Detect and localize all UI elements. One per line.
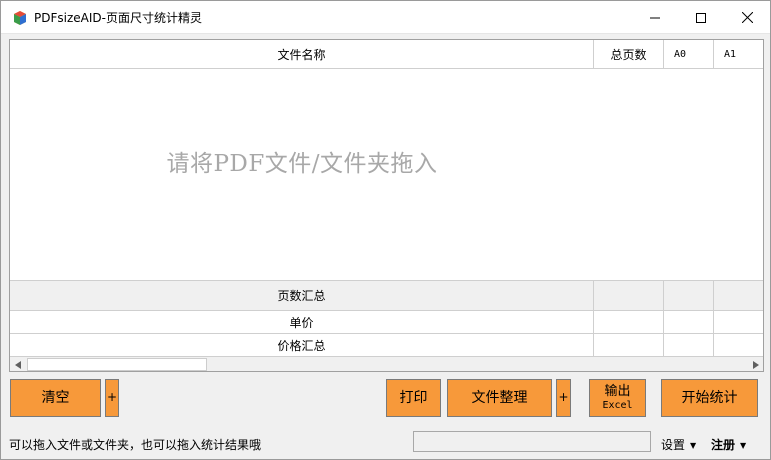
column-header-filename[interactable]: 文件名称	[10, 40, 594, 69]
summary-cell	[714, 334, 763, 356]
scrollbar-thumb[interactable]	[27, 358, 207, 371]
summary-label-unit-price: 单价	[10, 311, 594, 333]
close-icon	[741, 12, 753, 23]
grid-header: 文件名称 总页数 A0 A1	[10, 40, 763, 69]
triangle-left-icon	[15, 360, 21, 369]
register-menu[interactable]: 注册 ▼	[711, 436, 746, 453]
summary-cell	[714, 281, 763, 310]
scroll-right-button[interactable]	[748, 357, 763, 371]
summary-cell	[594, 334, 664, 356]
summary-cell	[664, 281, 714, 310]
settings-menu[interactable]: 设置 ▼	[661, 436, 696, 453]
horizontal-scrollbar[interactable]	[10, 356, 763, 371]
clear-options-button[interactable]: +	[105, 379, 119, 417]
app-window: PDFsizeAID-页面尺寸统计精灵 文件名称 总页数 A0 A1 请将PDF…	[0, 0, 771, 460]
organize-files-button[interactable]: 文件整理	[447, 379, 552, 417]
export-excel-sublabel: Excel	[602, 399, 633, 411]
summary-row-pages: 页数汇总	[10, 280, 763, 310]
summary-row-unit-price: 单价	[10, 310, 763, 333]
maximize-button[interactable]	[678, 1, 724, 34]
export-excel-label: 输出	[604, 383, 631, 399]
settings-menu-label: 设置	[661, 438, 686, 452]
print-button[interactable]: 打印	[386, 379, 441, 417]
summary-row-price-total: 价格汇总	[10, 333, 763, 356]
status-message: 可以拖入文件或文件夹，也可以拖入统计结果哦	[9, 438, 262, 452]
title-bar[interactable]: PDFsizeAID-页面尺寸统计精灵	[1, 1, 770, 34]
maximize-icon	[696, 12, 706, 23]
summary-cell[interactable]	[664, 311, 714, 333]
summary-cell[interactable]	[714, 311, 763, 333]
drop-zone-hint: 请将PDF文件/文件夹拖入	[166, 151, 438, 177]
summary-label-price-total: 价格汇总	[10, 334, 594, 356]
start-statistics-button[interactable]: 开始统计	[661, 379, 758, 417]
caret-down-icon: ▼	[690, 441, 697, 450]
export-excel-button[interactable]: 输出 Excel	[589, 379, 646, 417]
summary-cell	[594, 281, 664, 310]
triangle-right-icon	[753, 360, 759, 369]
status-progress-field	[413, 431, 651, 452]
scroll-left-button[interactable]	[10, 357, 26, 371]
minimize-icon	[650, 17, 660, 18]
summary-label-pages: 页数汇总	[10, 281, 594, 310]
window-title: PDFsizeAID-页面尺寸统计精灵	[34, 11, 202, 25]
caret-down-icon: ▼	[740, 441, 747, 450]
column-header-total-pages[interactable]: 总页数	[594, 40, 664, 69]
close-button[interactable]	[724, 1, 770, 34]
column-header-a1[interactable]: A1	[714, 40, 763, 69]
summary-cell[interactable]	[594, 311, 664, 333]
register-menu-label: 注册	[711, 438, 736, 452]
organize-options-button[interactable]: +	[556, 379, 571, 417]
minimize-button[interactable]	[632, 1, 678, 34]
summary-cell	[664, 334, 714, 356]
status-bar: 可以拖入文件或文件夹，也可以拖入统计结果哦 设置 ▼ 注册 ▼	[1, 430, 770, 459]
column-header-a0[interactable]: A0	[664, 40, 714, 69]
file-grid[interactable]: 文件名称 总页数 A0 A1 请将PDF文件/文件夹拖入 页数汇总 单价 价格汇…	[9, 39, 764, 372]
clear-button[interactable]: 清空	[10, 379, 101, 417]
app-logo-icon	[12, 10, 28, 26]
